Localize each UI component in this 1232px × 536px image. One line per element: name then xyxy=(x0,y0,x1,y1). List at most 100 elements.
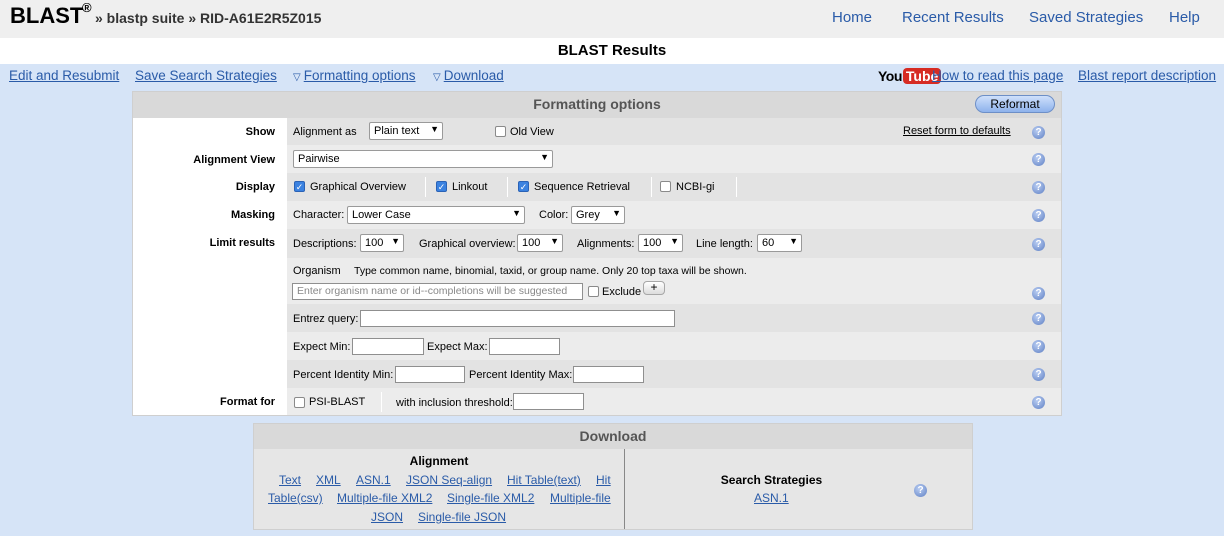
entrez-label: Entrez query: xyxy=(293,313,359,325)
alignment-as-value: Plain text xyxy=(374,125,420,137)
mask-character-select[interactable]: Lower Case ▼ xyxy=(347,206,525,224)
alignment-heading: Alignment xyxy=(409,454,469,468)
formatting-panel-header: Formatting options Reformat xyxy=(133,92,1061,118)
inclusion-threshold-label: with inclusion threshold: xyxy=(396,397,513,409)
graphical-overview-checkbox[interactable]: ✓ xyxy=(294,181,305,192)
format-for-row: PSI-BLAST with inclusion threshold: ? xyxy=(287,388,1061,415)
help-icon[interactable]: ? xyxy=(1032,238,1045,251)
alignment-as-label: Alignment as xyxy=(293,126,357,138)
edit-resubmit-link[interactable]: Edit and Resubmit xyxy=(9,68,119,83)
save-search-strategies-link[interactable]: Save Search Strategies xyxy=(135,68,277,83)
alignment-view-row: Pairwise ▼ ? xyxy=(287,145,1061,173)
help-icon[interactable]: ? xyxy=(1032,368,1045,381)
line-length-label: Line length: xyxy=(696,238,753,250)
formatting-options-label: Formatting options xyxy=(303,68,416,83)
masking-row: Character: Lower Case ▼ Color: Grey ▼ ? xyxy=(287,201,1061,229)
nav-recent-results[interactable]: Recent Results xyxy=(902,9,1004,26)
alignment-view-select[interactable]: Pairwise ▼ xyxy=(293,150,553,168)
download-multi-json-link[interactable]: Multiple-file xyxy=(550,491,611,505)
organism-row: Organism Type common name, binomial, tax… xyxy=(287,258,1061,304)
sequence-retrieval-checkbox[interactable]: ✓ xyxy=(518,181,529,192)
masking-label: Masking xyxy=(230,209,275,221)
divider xyxy=(651,177,652,197)
download-text-link[interactable]: Text xyxy=(279,473,301,487)
show-label: Show xyxy=(245,126,275,138)
select-arrow-icon: ▼ xyxy=(430,124,439,134)
expect-min-input[interactable] xyxy=(352,338,424,355)
alignment-view-label: Alignment View xyxy=(193,154,275,166)
help-icon[interactable]: ? xyxy=(914,484,927,497)
triangle-down-icon: ▽ xyxy=(433,72,441,83)
download-multi-json-link[interactable]: JSON xyxy=(371,510,403,524)
download-single-json-link[interactable]: Single-file JSON xyxy=(418,510,506,524)
organism-label: Organism xyxy=(293,265,341,277)
formatting-options-toggle[interactable]: ▽ Formatting options xyxy=(293,68,416,83)
help-icon[interactable]: ? xyxy=(1032,181,1045,194)
help-icon[interactable]: ? xyxy=(1032,340,1045,353)
download-strategy-asn1-link[interactable]: ASN.1 xyxy=(754,491,789,505)
nav-saved-strategies[interactable]: Saved Strategies xyxy=(1029,9,1143,26)
graphical-overview-select[interactable]: 100 ▼ xyxy=(517,234,563,252)
help-icon[interactable]: ? xyxy=(1032,126,1045,139)
nav-help[interactable]: Help xyxy=(1169,9,1200,26)
download-hit-table-text-link[interactable]: Hit Table(text) xyxy=(507,473,581,487)
ncbi-gi-checkbox[interactable] xyxy=(660,181,671,192)
help-icon[interactable]: ? xyxy=(1032,287,1045,300)
inclusion-threshold-input[interactable] xyxy=(513,393,584,410)
download-single-xml2-link[interactable]: Single-file XML2 xyxy=(447,491,534,505)
page-margin xyxy=(1224,0,1232,536)
organism-input[interactable]: Enter organism name or id--completions w… xyxy=(292,283,583,300)
download-json-seqalign-link[interactable]: JSON Seq-align xyxy=(406,473,492,487)
divider xyxy=(425,177,426,197)
alignment-view-value: Pairwise xyxy=(298,153,340,165)
strategies-download-section: Search Strategies ASN.1 ? xyxy=(625,449,972,529)
download-multi-xml2-link[interactable]: Multiple-file XML2 xyxy=(337,491,432,505)
alignment-as-select[interactable]: Plain text ▼ xyxy=(369,122,443,140)
line-length-select[interactable]: 60 ▼ xyxy=(757,234,802,252)
youtube-you-text: You xyxy=(878,68,902,84)
add-organism-button[interactable]: + xyxy=(643,281,665,295)
nav-home[interactable]: Home xyxy=(832,9,872,26)
identity-min-input[interactable] xyxy=(395,366,465,383)
graphical-overview-value: 100 xyxy=(522,237,541,249)
line-length-value: 60 xyxy=(762,237,775,249)
download-asn1-link[interactable]: ASN.1 xyxy=(356,473,391,487)
label-column: Show Alignment View Display Masking Limi… xyxy=(133,118,287,415)
mask-character-value: Lower Case xyxy=(352,209,411,221)
entrez-row: Entrez query: ? xyxy=(287,304,1061,332)
identity-max-input[interactable] xyxy=(573,366,644,383)
old-view-checkbox[interactable] xyxy=(495,126,506,137)
psi-blast-label: PSI-BLAST xyxy=(309,396,366,408)
download-toggle[interactable]: ▽ Download xyxy=(433,68,504,83)
display-label: Display xyxy=(235,181,275,193)
format-for-label: Format for xyxy=(220,396,275,408)
mask-color-value: Grey xyxy=(576,209,600,221)
download-xml-link[interactable]: XML xyxy=(316,473,341,487)
help-icon[interactable]: ? xyxy=(1032,153,1045,166)
linkout-checkbox[interactable]: ✓ xyxy=(436,181,447,192)
psi-blast-checkbox[interactable] xyxy=(294,397,305,408)
exclude-checkbox[interactable] xyxy=(588,286,599,297)
download-hit-table-csv-link[interactable]: Table(csv) xyxy=(268,491,323,505)
help-icon[interactable]: ? xyxy=(1032,312,1045,325)
mask-color-select[interactable]: Grey ▼ xyxy=(571,206,625,224)
entrez-input[interactable] xyxy=(360,310,675,327)
reset-form-link[interactable]: Reset form to defaults xyxy=(903,125,1011,137)
expect-max-input[interactable] xyxy=(489,338,560,355)
help-icon[interactable]: ? xyxy=(1032,396,1045,409)
blast-logo[interactable]: BLAST xyxy=(10,3,83,29)
formatting-panel-title: Formatting options xyxy=(533,96,661,112)
select-arrow-icon: ▼ xyxy=(670,236,679,246)
alignments-select[interactable]: 100 ▼ xyxy=(638,234,683,252)
reformat-button[interactable]: Reformat xyxy=(975,95,1055,113)
exclude-label: Exclude xyxy=(602,286,642,298)
display-row: ✓ Graphical Overview ✓ Linkout ✓ Sequenc… xyxy=(287,173,1061,201)
report-description-link[interactable]: Blast report description xyxy=(1078,68,1216,83)
download-hit-table-csv-link[interactable]: Hit xyxy=(596,473,611,487)
mask-character-label: Character: xyxy=(293,209,345,221)
help-icon[interactable]: ? xyxy=(1032,209,1045,222)
descriptions-select[interactable]: 100 ▼ xyxy=(360,234,404,252)
alignment-download-section: Alignment Text XML ASN.1 JSON Seq-align … xyxy=(254,449,624,529)
how-to-read-link[interactable]: How to read this page xyxy=(932,68,1063,83)
graphical-overview-label: Graphical Overview xyxy=(310,181,406,193)
